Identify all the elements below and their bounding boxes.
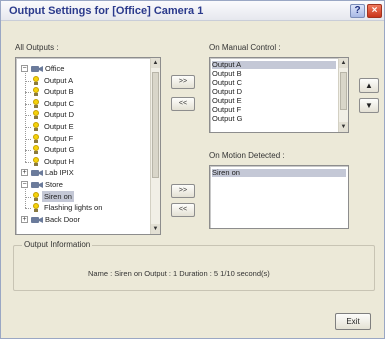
output-bulb-icon (33, 87, 39, 97)
tree-expander-icon[interactable]: − (21, 181, 28, 188)
motion-detected-item[interactable]: Siren on (212, 169, 346, 177)
motion-detected-list[interactable]: Siren on (209, 165, 349, 229)
tree-expander-icon[interactable]: + (21, 215, 28, 223)
window-title: Output Settings for [Office] Camera 1 (9, 5, 204, 17)
tree-output-item[interactable]: Output D (42, 109, 76, 120)
tree-connector (25, 161, 31, 163)
output-bulb-icon (33, 156, 39, 166)
output-bulb-icon (33, 122, 39, 131)
all-outputs-scrollbar[interactable]: ▲ ▼ (150, 58, 160, 234)
output-bulb-icon (33, 145, 39, 155)
output-bulb-icon (33, 98, 39, 108)
manual-control-item[interactable]: Output C (212, 79, 336, 87)
scroll-down-icon[interactable]: ▼ (339, 122, 348, 132)
output-bulb-icon (33, 191, 39, 201)
help-button[interactable]: ? (350, 4, 365, 18)
manual-control-item[interactable]: Output F (212, 106, 336, 114)
all-outputs-tree[interactable]: − Office Output A Output B Output C Output DO… (15, 57, 161, 235)
camera-icon (31, 170, 43, 177)
exit-button[interactable]: Exit (335, 313, 371, 330)
manual-control-item[interactable]: Output A (212, 61, 336, 69)
manual-control-item[interactable]: Output B (212, 70, 336, 78)
tree-expander-icon[interactable]: + (21, 169, 28, 177)
tree-output-item[interactable]: Siren on (42, 190, 74, 202)
scroll-up-icon[interactable]: ▲ (339, 58, 348, 68)
tree-output-item[interactable]: Output F (42, 133, 75, 144)
manual-control-item[interactable]: Output E (212, 97, 336, 105)
manual-control-list[interactable]: Output A Output B Output C Output D Output E… (209, 57, 349, 133)
tree-connector (25, 73, 26, 162)
tree-output-item[interactable]: Output C (42, 98, 76, 109)
tree-connector (25, 189, 26, 209)
scroll-up-icon[interactable]: ▲ (151, 58, 160, 68)
tree-camera-item[interactable]: Back Door (45, 214, 80, 225)
tree-output-item[interactable]: Output A (42, 75, 75, 86)
output-bulb-icon (33, 133, 39, 143)
all-outputs-label: All Outputs : (15, 43, 59, 52)
output-settings-dialog: Output Settings for [Office] Camera 1 ? … (0, 0, 385, 339)
add-to-motion-button[interactable]: >> (171, 184, 195, 198)
camera-icon (31, 66, 43, 72)
tree-camera-item[interactable]: Office (45, 63, 64, 74)
remove-from-manual-button[interactable]: << (171, 97, 195, 111)
manual-control-item[interactable]: Output G (212, 115, 336, 123)
scroll-thumb[interactable] (340, 72, 347, 110)
output-bulb-icon (33, 203, 39, 213)
motion-detected-label: On Motion Detected : (209, 151, 285, 160)
move-down-button[interactable]: ▼ (359, 98, 379, 113)
manual-control-label: On Manual Control : (209, 43, 281, 52)
output-info-title: Output Information (22, 240, 93, 249)
tree-output-item[interactable]: Flashing lights on (42, 202, 104, 213)
close-button[interactable]: × (367, 4, 382, 18)
tree-output-item[interactable]: Output E (42, 121, 76, 132)
output-info-group: Output Information Name : Siren on Outpu… (13, 240, 375, 291)
add-to-manual-button[interactable]: >> (171, 75, 195, 89)
camera-icon (31, 216, 43, 223)
output-info-text: Name : Siren on Output : 1 Duration : 5 … (88, 269, 270, 278)
tree-output-item[interactable]: Output G (42, 144, 76, 155)
output-bulb-icon (33, 110, 39, 120)
tree-output-item[interactable]: Output B (42, 86, 76, 97)
camera-icon (31, 182, 43, 188)
tree-output-item[interactable]: Output H (42, 156, 76, 167)
scroll-thumb[interactable] (152, 72, 159, 178)
manual-control-scrollbar[interactable]: ▲ ▼ (338, 58, 348, 132)
scroll-down-icon[interactable]: ▼ (151, 224, 160, 234)
tree-connector (25, 208, 31, 210)
tree-camera-item[interactable]: Lab IPIX (45, 167, 74, 178)
output-bulb-icon (33, 75, 39, 85)
manual-control-item[interactable]: Output D (212, 88, 336, 96)
tree-camera-item[interactable]: Store (45, 179, 63, 190)
remove-from-motion-button[interactable]: << (171, 203, 195, 217)
title-bar[interactable]: Output Settings for [Office] Camera 1 ? … (1, 1, 384, 21)
move-up-button[interactable]: ▲ (359, 78, 379, 93)
tree-expander-icon[interactable]: − (21, 65, 28, 72)
